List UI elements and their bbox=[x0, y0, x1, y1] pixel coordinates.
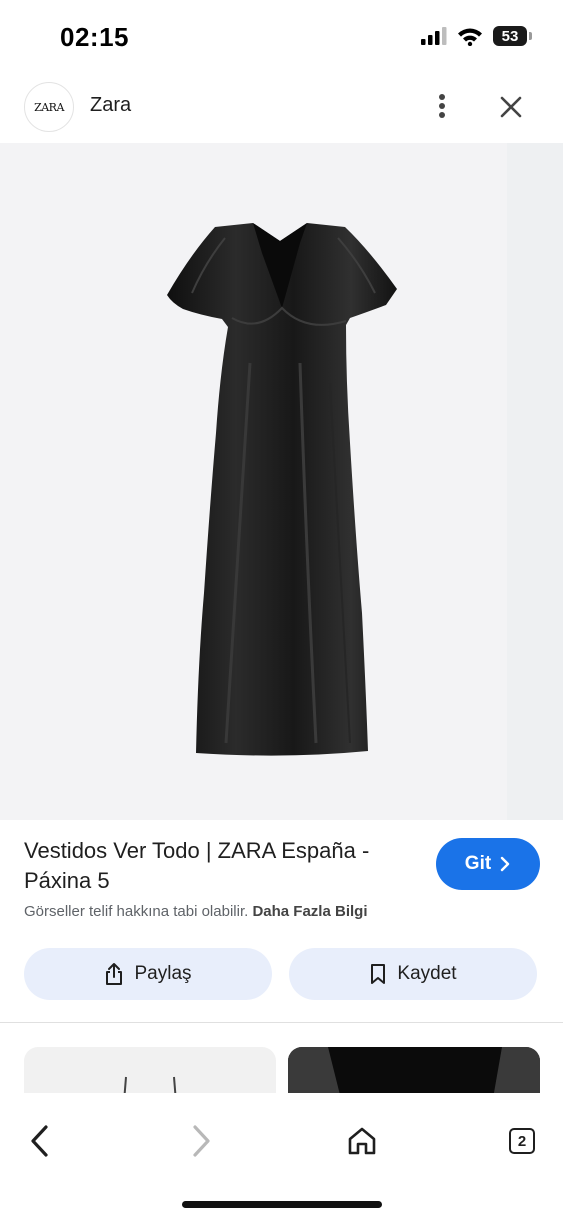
site-logo: ZARA bbox=[24, 82, 74, 132]
dress-image bbox=[167, 223, 397, 756]
tabs-icon: 2 bbox=[509, 1128, 535, 1154]
close-button[interactable] bbox=[494, 90, 528, 124]
forward-icon bbox=[193, 1125, 210, 1157]
save-button[interactable]: Kaydet bbox=[289, 948, 537, 1000]
home-indicator bbox=[182, 1201, 382, 1208]
battery-icon: 53 bbox=[493, 26, 532, 46]
result-title[interactable]: Vestidos Ver Todo | ZARA España - Páxina… bbox=[24, 836, 414, 896]
home-icon bbox=[348, 1127, 376, 1155]
more-options-button[interactable] bbox=[426, 90, 458, 122]
result-header: ZARA Zara bbox=[0, 78, 563, 142]
forward-button[interactable] bbox=[181, 1121, 221, 1161]
signal-icon bbox=[421, 27, 447, 45]
copyright-notice: Görseller telif hakkına tabi olabilir. D… bbox=[24, 903, 367, 920]
status-icons: 53 bbox=[421, 26, 532, 46]
status-bar: 02:15 53 bbox=[0, 0, 563, 78]
copyright-text: Görseller telif hakkına tabi olabilir. bbox=[24, 903, 249, 920]
bottom-navigation: 2 bbox=[0, 1093, 563, 1219]
share-icon bbox=[106, 963, 123, 985]
tabs-button[interactable]: 2 bbox=[502, 1121, 542, 1161]
bookmark-icon bbox=[371, 964, 386, 984]
status-time: 02:15 bbox=[60, 22, 129, 52]
save-label: Kaydet bbox=[397, 963, 457, 984]
share-label: Paylaş bbox=[134, 963, 192, 984]
back-button[interactable] bbox=[20, 1121, 60, 1161]
close-icon bbox=[500, 96, 522, 118]
share-button[interactable]: Paylaş bbox=[24, 948, 272, 1000]
home-button[interactable] bbox=[342, 1121, 382, 1161]
chevron-right-icon bbox=[500, 856, 510, 872]
section-divider bbox=[0, 1022, 563, 1023]
site-name: Zara bbox=[90, 94, 132, 116]
go-button[interactable]: Git bbox=[436, 838, 540, 890]
more-vert-icon bbox=[439, 94, 445, 118]
go-label: Git bbox=[464, 853, 492, 874]
result-image[interactable] bbox=[0, 143, 563, 820]
wifi-icon bbox=[458, 28, 482, 46]
more-info-link[interactable]: Daha Fazla Bilgi bbox=[252, 903, 367, 920]
back-icon bbox=[31, 1125, 48, 1157]
